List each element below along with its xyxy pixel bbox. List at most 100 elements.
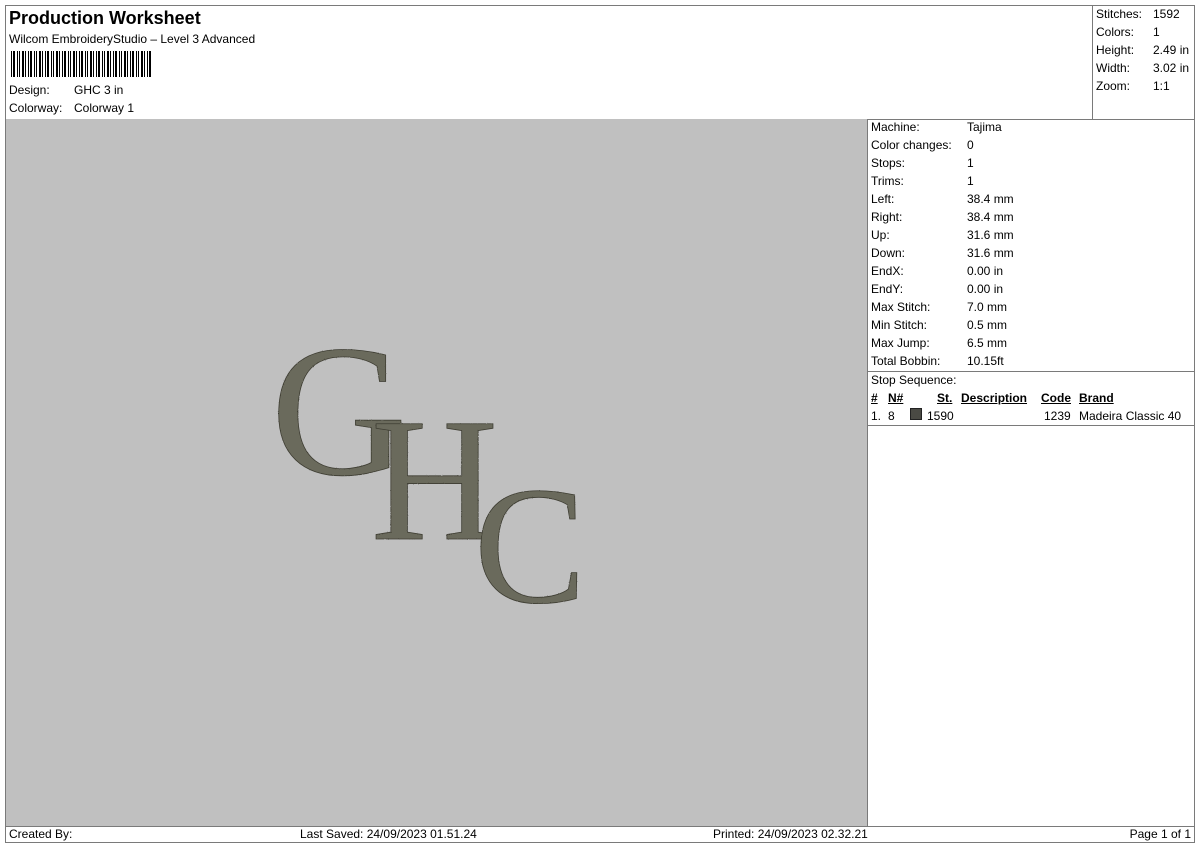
page-number: Page 1 of 1 (1129, 827, 1191, 841)
info-row: EndY: 0.00 in (871, 282, 1003, 296)
stat-value: 1 (1153, 25, 1160, 39)
barcode-bar (79, 51, 80, 77)
barcode-bar (47, 51, 49, 77)
info-label: Machine: (871, 120, 920, 134)
barcode-bar (85, 51, 86, 77)
barcode-bar (110, 51, 111, 77)
barcode-bar (119, 51, 120, 77)
barcode-bar (73, 51, 75, 77)
barcode-bar (36, 51, 37, 77)
barcode-bar (53, 51, 54, 77)
stat-label: Zoom: (1096, 79, 1131, 93)
info-row: EndX: 0.00 in (871, 264, 1003, 278)
stat-value: 1:1 (1153, 79, 1170, 93)
barcode-bar (136, 51, 137, 77)
design-row: Design: GHC 3 in (9, 83, 123, 97)
col-needle: N# (888, 391, 904, 405)
color-swatch (910, 408, 922, 420)
divider (868, 425, 1194, 426)
info-label: Up: (871, 228, 890, 242)
worksheet-footer: Created By: Last Saved: 24/09/2023 01.51… (6, 826, 1194, 842)
info-label: Color changes: (871, 138, 952, 152)
barcode-bar (107, 51, 109, 77)
barcode-bar (39, 51, 41, 77)
barcode-bar (104, 51, 105, 77)
barcode-bar (22, 51, 24, 77)
info-label: EndY: (871, 282, 904, 296)
design-preview: G H C (6, 119, 868, 826)
info-value: 0.00 in (967, 282, 1004, 296)
info-label: Left: (871, 192, 895, 206)
info-label: Total Bobbin: (871, 354, 941, 368)
info-row: Down: 31.6 mm (871, 246, 1014, 260)
info-value: 38.4 mm (967, 210, 1014, 224)
info-value: 7.0 mm (967, 300, 1008, 314)
divider (868, 371, 1194, 372)
barcode-bar (76, 51, 77, 77)
barcode-bar (70, 51, 71, 77)
stat-row: Stitches: 1592 (1096, 7, 1180, 21)
barcode-bar (96, 51, 97, 77)
barcode-bar (138, 51, 139, 77)
colorway-value: Colorway 1 (74, 101, 135, 115)
stat-label: Colors: (1096, 25, 1135, 39)
info-row: Right: 38.4 mm (871, 210, 1014, 224)
barcode-bar (30, 51, 32, 77)
stat-label: Width: (1096, 61, 1131, 75)
software-name: Wilcom EmbroideryStudio – Level 3 Advanc… (9, 32, 256, 46)
col-description: Description (961, 391, 1028, 405)
info-label: EndX: (871, 264, 904, 278)
info-value: 31.6 mm (967, 228, 1014, 242)
info-row: Max Jump: 6.5 mm (871, 336, 1007, 350)
design-letter-c: C (474, 453, 586, 639)
info-label: Max Jump: (871, 336, 930, 350)
info-row: Left: 38.4 mm (871, 192, 1014, 206)
info-label: Min Stitch: (871, 318, 928, 332)
barcode-bar (81, 51, 83, 77)
barcode-bar (19, 51, 20, 77)
barcode-bar (62, 51, 63, 77)
worksheet-header: Production Worksheet Wilcom EmbroiderySt… (6, 6, 1092, 119)
created-by: Created By: (9, 827, 73, 841)
row-needle: 8 (888, 409, 895, 423)
barcode-bar (90, 51, 92, 77)
barcode-bar (51, 51, 52, 77)
design-label: Design: (9, 83, 50, 97)
info-row: Machine: Tajima (871, 120, 1002, 134)
barcode-bar (45, 51, 46, 77)
worksheet-page: Production Worksheet Wilcom EmbroiderySt… (5, 5, 1195, 843)
barcode-bar (115, 51, 117, 77)
printed-date: Printed: 24/09/2023 02.32.21 (713, 827, 868, 841)
stop-sequence-title: Stop Sequence: (871, 373, 957, 387)
col-code: Code (1041, 391, 1071, 405)
barcode-bar (124, 51, 126, 77)
stat-row: Zoom: 1:1 (1096, 79, 1170, 93)
last-saved: Last Saved: 24/09/2023 01.51.24 (300, 827, 477, 841)
info-label: Right: (871, 210, 903, 224)
embroidery-design: G H C (271, 306, 587, 640)
info-value: Tajima (967, 120, 1002, 134)
stat-value: 2.49 in (1153, 43, 1190, 57)
barcode-bar (141, 51, 143, 77)
page-title: Production Worksheet (9, 8, 201, 28)
barcode-bar (121, 51, 122, 77)
info-row: Stops: 1 (871, 156, 974, 170)
info-value: 1 (967, 156, 974, 170)
stat-row: Colors: 1 (1096, 25, 1160, 39)
info-row: Total Bobbin: 10.15ft (871, 354, 1004, 368)
barcode-bar (25, 51, 26, 77)
stat-value: 1592 (1153, 7, 1180, 21)
info-row: Min Stitch: 0.5 mm (871, 318, 1007, 332)
info-label: Trims: (871, 174, 904, 188)
stat-label: Height: (1096, 43, 1135, 57)
barcode-bar (59, 51, 60, 77)
col-brand: Brand (1079, 391, 1114, 405)
row-code: 1239 (1044, 409, 1071, 423)
info-label: Max Stitch: (871, 300, 931, 314)
stat-value: 3.02 in (1153, 61, 1190, 75)
barcode-bar (127, 51, 128, 77)
colorway-row: Colorway: Colorway 1 (9, 101, 134, 115)
row-stitches: 1590 (927, 409, 954, 423)
stat-label: Stitches: (1096, 7, 1143, 21)
stat-row: Width: 3.02 in (1096, 61, 1189, 75)
